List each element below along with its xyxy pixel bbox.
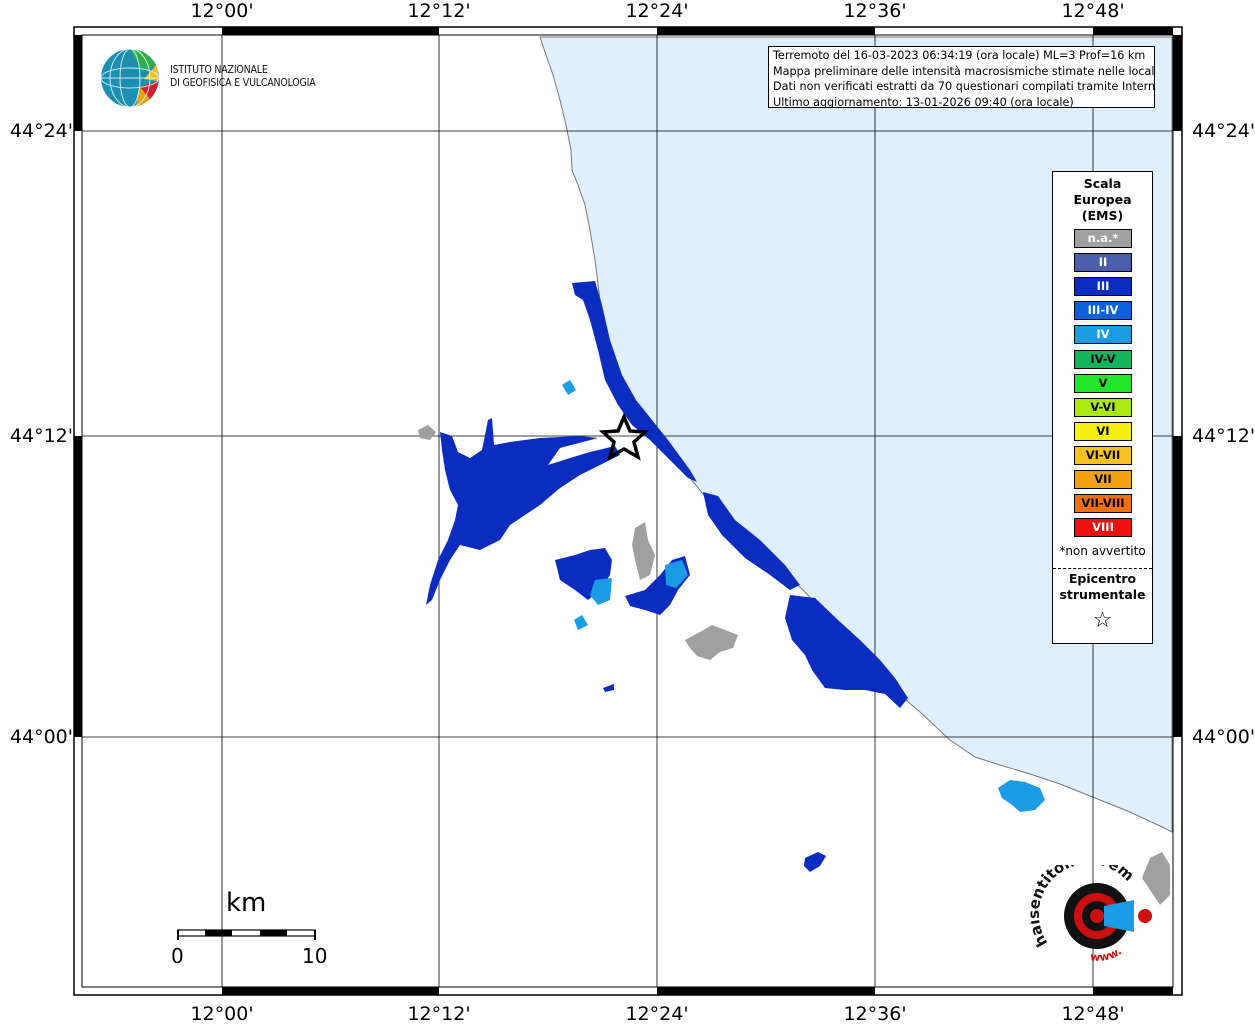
lon-tick-top: 12°48' — [1061, 0, 1125, 22]
info-line-4: Ultimo aggiornamento: 13-01-2026 09:40 (… — [773, 95, 1074, 108]
ingv-line-1: ISTITUTO NAZIONALE — [170, 64, 268, 76]
lat-tick-right: 44°12' — [1192, 425, 1255, 447]
lon-tick-bottom: 12°00' — [190, 1003, 254, 1025]
ingv-logo-text: ISTITUTO NAZIONALE DI GEOFISICA E VULCAN… — [170, 64, 316, 90]
lon-tick-bottom: 12°48' — [1061, 1003, 1125, 1025]
legend-note: *non avvertito — [1059, 544, 1146, 558]
legend-title-3: (EMS) — [1081, 208, 1124, 223]
info-line-2: Mappa preliminare delle intensità macros… — [773, 64, 1155, 78]
info-line-3: Dati non verificati estratti da 70 quest… — [773, 80, 1155, 94]
gray-town-2 — [685, 625, 738, 660]
lat-tick-left: 44°12' — [9, 425, 73, 447]
svg-text:haisentitoilterremoto.it: haisentitoilterremoto.it — [1030, 865, 1138, 950]
legend-class-swatch: III — [1074, 277, 1132, 297]
epicenter-label-1: Epicentro — [1068, 571, 1137, 586]
legend-class-swatch: III-IV — [1074, 301, 1132, 321]
lon-tick-top: 12°00' — [190, 0, 254, 22]
lat-tick-left: 44°00' — [9, 726, 73, 748]
ingv-line-2: DI GEOFISICA E VULCANOLOGIA — [170, 77, 316, 89]
lon-tick-bottom: 12°12' — [407, 1003, 471, 1025]
gray-town-1 — [632, 522, 655, 580]
scale-unit: km — [226, 888, 267, 918]
legend-star-icon: ☆ — [1092, 608, 1113, 633]
hsi-logo-text: haisentitoilterremoto.it — [1030, 865, 1138, 950]
lon-tick-bottom: 12°24' — [625, 1003, 689, 1025]
epicenter-label-2: strumentale — [1059, 587, 1146, 602]
legend-title-2: Europea — [1073, 192, 1132, 207]
legend-class-swatch: VI — [1074, 421, 1132, 441]
southern-town — [998, 780, 1045, 812]
small-town-4 — [804, 852, 826, 872]
lon-tick-top: 12°24' — [625, 0, 689, 22]
svg-text:www.: www. — [1090, 944, 1124, 964]
gray-town-3 — [418, 425, 436, 440]
legend-title: Scala Europea (EMS) — [1053, 176, 1152, 224]
scale-bar — [177, 929, 316, 940]
legend-separator — [1053, 568, 1152, 569]
scale-max: 10 — [302, 944, 328, 968]
lon-tick-top: 12°36' — [843, 0, 907, 22]
lat-tick-left: 44°24' — [9, 120, 73, 142]
hsi-logo-www: www. — [1090, 944, 1124, 964]
hsi-logo: haisentitoilterremoto.it www. — [1030, 865, 1138, 964]
legend-class-swatch: V — [1074, 373, 1132, 393]
lon-tick-bottom: 12°36' — [843, 1003, 907, 1025]
event-info-box: Terremoto del 16-03-2023 06:34:19 (ora l… — [768, 46, 1155, 108]
legend-title-1: Scala — [1083, 176, 1122, 191]
legend-class-swatch: II — [1074, 253, 1132, 273]
legend-class-swatch: VIII — [1074, 518, 1132, 538]
legend-class-swatch: VII — [1074, 470, 1132, 489]
lat-tick-right: 44°24' — [1192, 120, 1255, 142]
legend-class-swatch: VII-VIII — [1074, 494, 1132, 514]
info-line-1: Terremoto del 16-03-2023 06:34:19 (ora l… — [773, 49, 1146, 62]
legend-class-swatch: V-VI — [1074, 397, 1132, 417]
small-town-1 — [562, 380, 576, 395]
legend-class-swatch: VI-VII — [1074, 445, 1132, 465]
legend-class-swatch: IV — [1074, 325, 1132, 345]
intensity-legend: Scala Europea (EMS) n.a.* II III III-IV IV IV… — [1052, 171, 1153, 644]
lat-tick-right: 44°00' — [1192, 726, 1255, 748]
small-town-2 — [574, 615, 588, 630]
legend-epicenter: Epicentro strumentale — [1053, 571, 1152, 603]
legend-class-swatch: IV-V — [1074, 349, 1132, 369]
legend-class-swatch: n.a.* — [1074, 229, 1132, 248]
lon-tick-top: 12°12' — [407, 0, 471, 22]
scale-min: 0 — [171, 944, 184, 968]
small-town-3 — [603, 684, 614, 692]
